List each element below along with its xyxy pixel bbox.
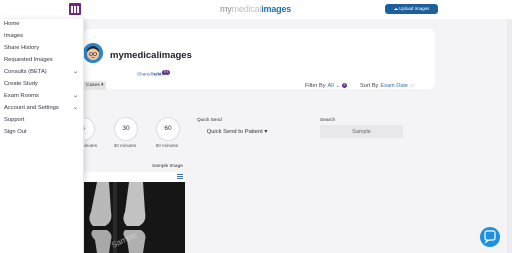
sidebar: Home Images Share History Requested Imag… [0, 19, 84, 253]
filter-by[interactable]: Filter By All ⌄ 9 [305, 83, 347, 89]
profile-card: mymedicalimages Shared w/Me 4 New 9 [83, 29, 435, 89]
upload-icon: ☁ [393, 6, 399, 11]
cases-label: Cases [86, 83, 100, 88]
image-card[interactable]: Sample [83, 172, 185, 253]
logo-images: images [261, 4, 292, 14]
chevron-down-icon: ⌄ [72, 93, 78, 99]
filter-label: Filter By [305, 83, 326, 89]
sidebar-item-consults[interactable]: Consults (BETA) ⌄ [4, 67, 82, 78]
search-input[interactable] [320, 125, 403, 138]
chevron-down-icon: ▾ [262, 129, 268, 135]
sort-value: Exam Date [380, 83, 409, 89]
sidebar-item-label: Home [4, 21, 20, 27]
sidebar-item-images[interactable]: Images [4, 31, 82, 42]
sidebar-item-label: Create Study [4, 81, 38, 87]
timer-value: 30 [122, 125, 130, 132]
sort-label: Sort By [360, 83, 379, 89]
sidebar-item-label: Sign Out [4, 129, 27, 135]
upload-images-button[interactable]: ☁Upload Images [385, 4, 438, 14]
timer-label: 60 minutes [155, 143, 179, 148]
sidebar-item-sign-out[interactable]: Sign Out [4, 127, 82, 138]
sidebar-item-requested-images[interactable]: Requested Images [4, 55, 82, 66]
new-count-badge: 9 [162, 70, 168, 75]
scrollbar[interactable] [507, 19, 512, 253]
image-caption: Sample Image [152, 164, 183, 169]
chevron-down-icon: ⌄ [333, 83, 340, 89]
new-label: New [152, 71, 162, 77]
filter-badge: 9 [341, 83, 347, 89]
xray-image[interactable]: Sample [83, 182, 185, 253]
avatar-icon [83, 43, 103, 63]
top-bar: mymedicalimages ☁Upload Images [0, 0, 512, 20]
sidebar-item-label: Consults (BETA) [4, 69, 47, 75]
sidebar-item-label: Account and Settings [4, 105, 59, 111]
sidebar-item-support[interactable]: Support [4, 115, 82, 126]
sidebar-item-label: Exam Rooms [4, 93, 39, 99]
sidebar-item-label: Images [4, 33, 24, 39]
timer-60-button[interactable]: 60 [156, 117, 180, 141]
sort-direction-icon[interactable]: ↓↑ [410, 83, 415, 89]
quick-send-value: Quick Send to Patient [206, 129, 263, 135]
logo-medical: medical [231, 4, 262, 14]
sidebar-item-label: Requested Images [4, 57, 53, 63]
chat-button[interactable] [480, 227, 500, 247]
timer-30-button[interactable]: 30 [114, 117, 138, 141]
sidebar-item-exam-rooms[interactable]: Exam Rooms ⌄ [4, 91, 82, 102]
logo-my: my [220, 4, 232, 14]
sidebar-item-label: Support [4, 117, 25, 123]
main-content: mymedicalimages Shared w/Me 4 New 9 Cases … [71, 19, 512, 253]
quick-send-label: Quick Send [197, 118, 222, 123]
chevron-down-icon: ⌄ [72, 105, 78, 111]
chat-icon [484, 230, 496, 244]
sidebar-item-account-settings[interactable]: Account and Settings ⌄ [4, 103, 82, 114]
menu-icon[interactable] [69, 3, 81, 15]
sort-by[interactable]: Sort By Exam Date ↓↑ [360, 83, 415, 89]
avatar[interactable] [83, 43, 103, 63]
chevron-down-icon: ▾ [100, 83, 104, 88]
cases-dropdown[interactable]: Cases ▾ [83, 81, 107, 90]
upload-images-label: Upload Images [399, 6, 430, 11]
hamburger-icon[interactable] [177, 174, 183, 179]
sidebar-item-home[interactable]: Home [4, 19, 82, 30]
app-logo[interactable]: mymedicalimages [220, 4, 291, 14]
profile-name: mymedicalimages [110, 50, 192, 61]
sidebar-item-create-study[interactable]: Create Study [4, 79, 82, 90]
search-label: Search [320, 118, 336, 123]
sidebar-item-share-history[interactable]: Share History [4, 43, 82, 54]
quick-send-select[interactable]: Quick Send to Patient ▾ [197, 127, 277, 137]
timer-label: 30 minutes [113, 143, 137, 148]
chevron-down-icon: ⌄ [72, 69, 78, 75]
timer-value: 60 [164, 125, 172, 132]
new-link[interactable]: New 9 [152, 70, 168, 77]
sidebar-item-label: Share History [4, 45, 40, 51]
knee-xray-graphic: Sample [83, 182, 185, 253]
